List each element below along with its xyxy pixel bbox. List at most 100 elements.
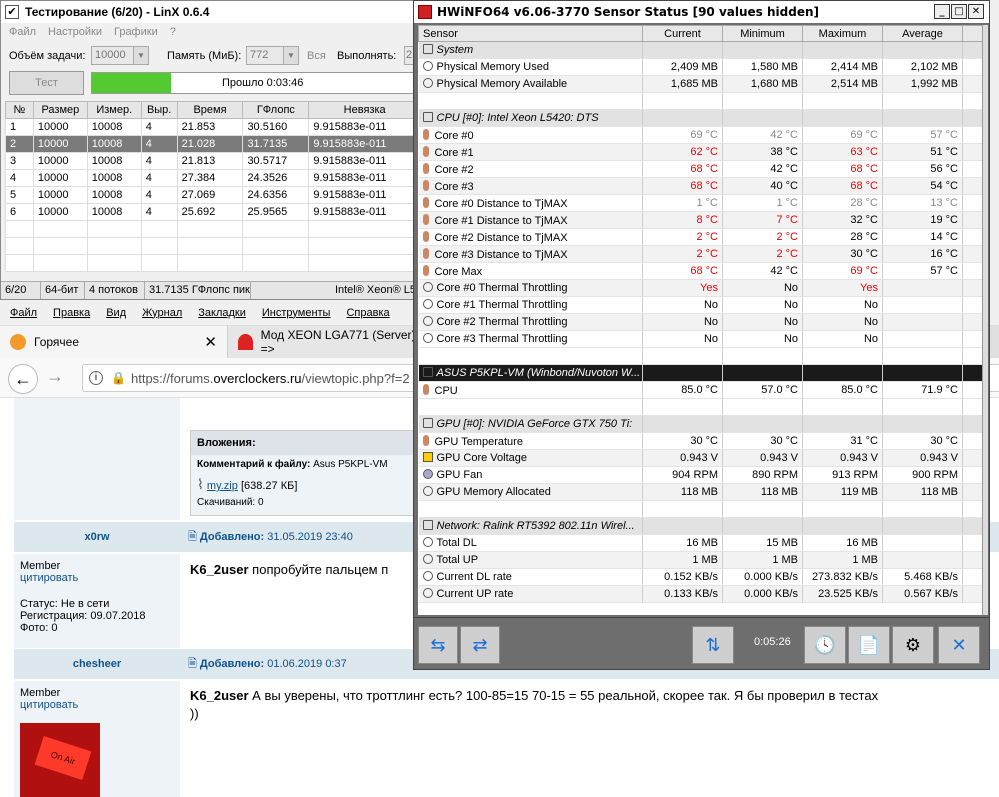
post-author[interactable]: chesheer — [14, 649, 180, 679]
user-mention[interactable]: K6_2user — [190, 688, 249, 703]
sensor-column-header[interactable]: Maximum — [802, 25, 883, 42]
sensor-row[interactable]: GPU Fan 904 RPM 890 RPM 913 RPM 900 RPM — [418, 466, 982, 484]
user-rank: Member — [20, 560, 61, 572]
sensor-row[interactable]: Total DL 16 MB 15 MB 16 MB — [418, 534, 982, 552]
sensor-column-header[interactable]: Average — [882, 25, 963, 42]
sensor-row[interactable]: Total UP 1 MB 1 MB 1 MB — [418, 551, 982, 569]
sensor-row[interactable]: Core #1 Thermal Throttling No No No — [418, 296, 982, 314]
menu-tools[interactable]: Инструменты — [262, 307, 331, 319]
sensor-row[interactable]: Core #3 Distance to TjMAX 2 °C 2 °C 30 °C 16… — [418, 245, 982, 263]
post-date[interactable]: 31.05.2019 23:40 — [267, 531, 353, 543]
menu-view[interactable]: Вид — [106, 307, 126, 319]
info-icon[interactable]: i — [89, 371, 103, 385]
table-row[interactable]: 6 10000 10008 4 25.692 25.9565 9.915883e-011 — [5, 203, 421, 221]
column-header[interactable]: Размер — [32, 101, 88, 119]
memory-label: Память (МиБ): — [167, 50, 242, 62]
close-sensors-button[interactable]: ✕ — [938, 626, 980, 664]
sensor-row[interactable]: CPU 85.0 °C 57.0 °C 85.0 °C 71.9 °C — [418, 381, 982, 399]
sensor-row[interactable]: Core #3 68 °C 40 °C 68 °C 54 °C — [418, 177, 982, 195]
forward-button[interactable]: → — [46, 366, 64, 387]
hwinfo-title-bar[interactable]: HWiNFO64 v6.06-3770 Sensor Status [90 va… — [414, 1, 989, 23]
sensor-row[interactable]: GPU Temperature 30 °C 30 °C 31 °C 30 °C — [418, 432, 982, 450]
memory-select[interactable]: 772 ▼ — [246, 46, 299, 65]
tab-xeon-mod[interactable]: Мод XEON LGA771 (Server) => — [228, 326, 418, 358]
linx-title-bar[interactable]: ✔ Тестирование (6/20) - LinX 0.6.4 — [1, 1, 421, 23]
linx-menu-file[interactable]: Файл — [9, 26, 36, 38]
linx-menu-help[interactable]: ? — [170, 26, 176, 38]
menu-history[interactable]: Журнал — [142, 307, 182, 319]
table-row[interactable]: 3 10000 10008 4 21.813 30.5717 9.915883e-011 — [5, 152, 421, 170]
sensor-column-header[interactable]: Minimum — [722, 25, 803, 42]
sensor-row[interactable]: Core #3 Thermal Throttling No No No — [418, 330, 982, 348]
table-row[interactable]: 4 10000 10008 4 27.384 24.3526 9.915883e-011 — [5, 169, 421, 187]
column-header[interactable]: № — [5, 101, 34, 119]
maximize-icon[interactable]: □ — [951, 4, 967, 19]
table-cell: 10000 — [32, 118, 88, 136]
sensor-column-header[interactable]: Sensor — [418, 25, 643, 42]
linx-menu-graphs[interactable]: Графики — [114, 26, 158, 38]
table-row[interactable]: 2 10000 10008 4 21.028 31.7135 9.915883e-011 — [5, 135, 421, 153]
linx-menu-settings[interactable]: Настройки — [48, 26, 102, 38]
settings-button[interactable]: ⚙ — [892, 626, 934, 664]
table-row[interactable]: 5 10000 10008 4 27.069 24.6356 9.915883e-011 — [5, 186, 421, 204]
table-cell: 4 — [140, 152, 178, 170]
sensor-row[interactable]: Core #2 68 °C 42 °C 68 °C 56 °C — [418, 160, 982, 178]
sensor-column-header[interactable]: Current — [642, 25, 723, 42]
tab-hot[interactable]: Горячее ✕ — [0, 326, 228, 358]
sensor-row[interactable]: Core #0 Distance to TjMAX 1 °C 1 °C 28 °C 13… — [418, 194, 982, 212]
sensor-group-row[interactable]: ASUS P5KPL-VM (Winbond/Nuvoton W... — [418, 364, 982, 382]
sensor-value-average — [882, 313, 963, 331]
minimize-icon[interactable]: _ — [934, 4, 950, 19]
clock-reset-button[interactable]: 🕓 — [804, 626, 846, 664]
sensor-group-row[interactable]: Network: Ralink RT5392 802.11n Wirel... — [418, 517, 982, 535]
sensor-row[interactable]: Physical Memory Available 1,685 MB 1,680 M… — [418, 75, 982, 93]
column-header[interactable]: ГФлопс — [242, 101, 310, 119]
sensor-row[interactable]: Core #0 69 °C 42 °C 69 °C 57 °C — [418, 126, 982, 144]
back-button[interactable]: ← — [8, 364, 38, 394]
sensor-row[interactable]: Core Max 68 °C 42 °C 69 °C 57 °C — [418, 262, 982, 280]
sensor-row[interactable]: Physical Memory Used 2,409 MB 1,580 MB 2,41… — [418, 58, 982, 76]
column-header[interactable]: Время — [176, 101, 244, 119]
sensor-row[interactable]: GPU Core Voltage 0.943 V 0.943 V 0.943 V 0.9… — [418, 449, 982, 467]
menu-help[interactable]: Справка — [346, 307, 389, 319]
attach-file-link[interactable]: my.zip — [207, 480, 238, 492]
spacer-row — [418, 92, 982, 110]
status-peak: 31.7135 ГФлопс пик — [145, 282, 251, 299]
add-report-button[interactable]: 📄 — [848, 626, 890, 664]
sensor-row[interactable]: Core #2 Thermal Throttling No No No — [418, 313, 982, 331]
lock-icon[interactable]: 🔒 — [111, 371, 126, 385]
sensor-scrollbar[interactable] — [982, 25, 988, 615]
sensor-row[interactable]: GPU Memory Allocated 118 MB 118 MB 119 MB 11… — [418, 483, 982, 501]
post-date[interactable]: 01.06.2019 0:37 — [267, 658, 347, 670]
column-header[interactable]: Измер. — [86, 101, 142, 119]
column-header[interactable]: Выр. — [140, 101, 178, 119]
menu-bookmarks[interactable]: Закладки — [198, 307, 246, 319]
post-icon: 🗎 — [188, 531, 197, 543]
problem-size-select[interactable]: 10000 ▼ — [91, 46, 149, 65]
menu-edit[interactable]: Правка — [53, 307, 90, 319]
sensor-group-row[interactable]: CPU [#0]: Intel Xeon L5420: DTS — [418, 109, 982, 127]
sensor-group-row[interactable]: GPU [#0]: NVIDIA GeForce GTX 750 Ti: — [418, 415, 982, 433]
run-label: Выполнять: — [337, 50, 397, 62]
sensor-row[interactable]: Core #1 62 °C 38 °C 63 °C 51 °C — [418, 143, 982, 161]
menu-file[interactable]: Файл — [10, 307, 37, 319]
sensor-group-row[interactable]: System — [418, 41, 982, 59]
all-memory-checkbox[interactable]: Вся — [307, 50, 326, 62]
quote-link[interactable]: цитировать — [20, 699, 174, 711]
sensor-row[interactable]: Core #0 Thermal Throttling Yes No Yes — [418, 279, 982, 297]
collapse-arrows-button[interactable]: ⇄ — [460, 626, 500, 664]
table-row[interactable]: 1 10000 10008 4 21.853 30.5160 9.915883e-011 — [5, 118, 421, 136]
test-button[interactable]: Тест — [9, 71, 84, 95]
quote-link[interactable]: цитировать — [20, 572, 174, 584]
close-icon[interactable]: ✕ — [968, 4, 984, 19]
user-mention[interactable]: K6_2user — [190, 562, 249, 577]
sensor-row[interactable]: Current UP rate 0.133 KB/s 0.000 KB/s 23.52… — [418, 585, 982, 603]
sensor-row[interactable]: Current DL rate 0.152 KB/s 0.000 KB/s 273.8… — [418, 568, 982, 586]
sensor-row[interactable]: Core #2 Distance to TjMAX 2 °C 2 °C 28 °C 14… — [418, 228, 982, 246]
sensor-row[interactable]: Core #1 Distance to TjMAX 8 °C 7 °C 32 °C 19… — [418, 211, 982, 229]
close-tab-icon[interactable]: ✕ — [204, 333, 217, 351]
column-header[interactable]: Невязка — [308, 101, 421, 119]
post-author[interactable]: x0rw — [14, 522, 180, 552]
expand-arrows-button[interactable]: ⇆ — [418, 626, 458, 664]
network-button[interactable]: ⇅ — [692, 626, 734, 664]
